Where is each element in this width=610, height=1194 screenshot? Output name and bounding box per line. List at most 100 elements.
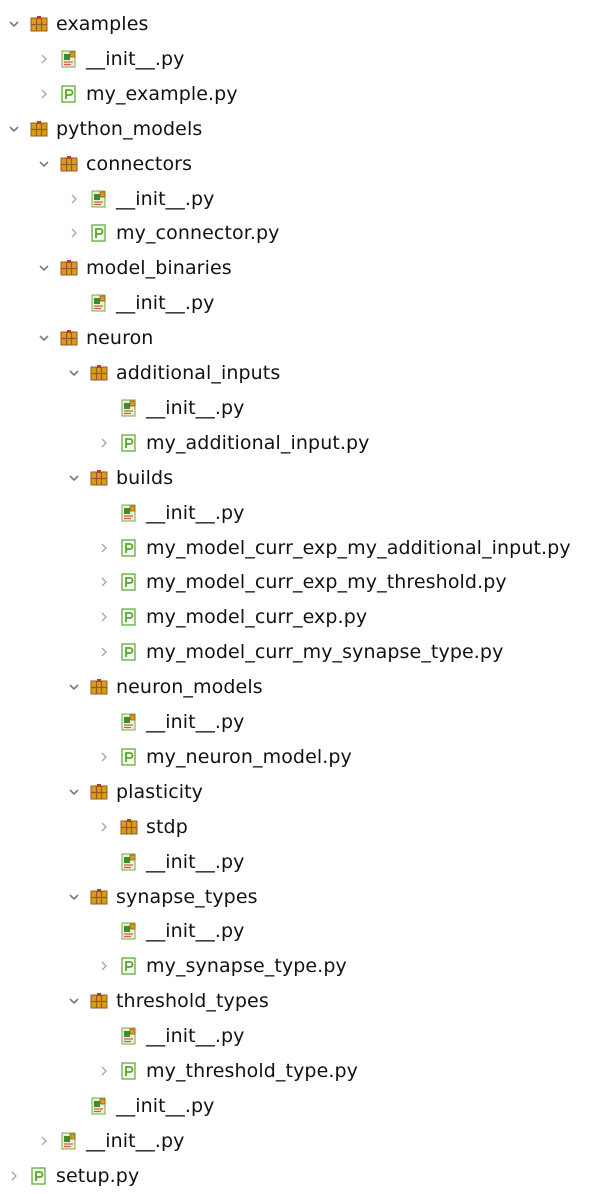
chevron-right-icon[interactable] [36, 86, 52, 102]
tree-item-label: __init__.py [86, 48, 185, 70]
tree-item-label: additional_inputs [116, 362, 281, 384]
tree-item-label: __init__.py [116, 188, 215, 210]
tree-item-my-additional-input-py[interactable]: my_additional_input.py [96, 426, 370, 460]
chevron-down-icon[interactable] [6, 121, 22, 137]
tree-item-my-threshold-type-py[interactable]: my_threshold_type.py [96, 1054, 358, 1088]
tree-item-label: plasticity [116, 781, 204, 803]
tree-item-label: __init__.py [146, 920, 245, 942]
tree-item-my-model-curr-exp-my-threshold-py[interactable]: my_model_curr_exp_my_threshold.py [96, 565, 507, 599]
init-module-icon [90, 1097, 108, 1115]
tree-item-label: my_connector.py [116, 222, 280, 244]
tree-item-label: my_model_curr_my_synapse_type.py [146, 641, 504, 663]
chevron-right-icon[interactable] [96, 1063, 112, 1079]
tree-item-label: my_model_curr_exp_my_threshold.py [146, 571, 507, 593]
tree-item-setup-py[interactable]: setup.py [6, 1159, 139, 1193]
chevron-right-icon[interactable] [6, 1168, 22, 1184]
tree-item-python-models[interactable]: python_models [6, 112, 202, 146]
chevron-down-icon[interactable] [66, 365, 82, 381]
init-module-icon [120, 504, 138, 522]
tree-item-builds[interactable]: builds [66, 461, 173, 495]
tree-item-my-neuron-model-py[interactable]: my_neuron_model.py [96, 740, 352, 774]
tree-item-plasticity[interactable]: plasticity [66, 775, 203, 809]
tree-item-init-py[interactable]: __init__.py [96, 914, 245, 948]
tree-item-examples[interactable]: examples [6, 7, 148, 41]
chevron-right-icon[interactable] [96, 819, 112, 835]
tree-item-label: stdp [146, 816, 188, 838]
tree-item-threshold-types[interactable]: threshold_types [66, 984, 269, 1018]
chevron-right-icon[interactable] [96, 574, 112, 590]
tree-item-label: setup.py [56, 1165, 140, 1187]
tree-item-label: threshold_types [116, 990, 269, 1012]
tree-item-init-py[interactable]: __init__.py [66, 1089, 215, 1123]
chevron-right-icon[interactable] [96, 958, 112, 974]
python-module-icon [90, 224, 108, 242]
chevron-right-icon[interactable] [36, 51, 52, 67]
tree-item-additional-inputs[interactable]: additional_inputs [66, 356, 280, 390]
tree-item-label: neuron_models [116, 676, 263, 698]
tree-item-my-example-py[interactable]: my_example.py [36, 77, 238, 111]
tree-item-init-py[interactable]: __init__.py [96, 496, 245, 530]
tree-item-stdp[interactable]: stdp [96, 810, 188, 844]
package-icon [90, 783, 108, 801]
chevron-down-icon[interactable] [66, 993, 82, 1009]
chevron-down-icon[interactable] [36, 330, 52, 346]
tree-item-my-model-curr-exp-py[interactable]: my_model_curr_exp.py [96, 600, 367, 634]
chevron-down-icon[interactable] [66, 679, 82, 695]
chevron-down-icon[interactable] [66, 470, 82, 486]
tree-item-init-py[interactable]: __init__.py [96, 1019, 245, 1053]
tree-item-my-synapse-type-py[interactable]: my_synapse_type.py [96, 949, 347, 983]
tree-item-neuron[interactable]: neuron [36, 321, 153, 355]
tree-item-label: examples [56, 13, 149, 35]
tree-item-label: neuron [86, 327, 154, 349]
tree-item-model-binaries[interactable]: model_binaries [36, 251, 232, 285]
init-module-icon [120, 922, 138, 940]
tree-item-init-py[interactable]: __init__.py [36, 42, 185, 76]
tree-item-neuron-models[interactable]: neuron_models [66, 670, 263, 704]
chevron-right-icon[interactable] [96, 644, 112, 660]
chevron-down-icon[interactable] [6, 16, 22, 32]
python-module-icon [60, 85, 78, 103]
tree-item-init-py[interactable]: __init__.py [66, 286, 215, 320]
chevron-right-icon[interactable] [36, 1133, 52, 1149]
init-module-icon [60, 50, 78, 68]
python-module-icon [120, 573, 138, 591]
tree-item-init-py[interactable]: __init__.py [96, 705, 245, 739]
chevron-right-icon[interactable] [96, 540, 112, 556]
tree-item-synapse-types[interactable]: synapse_types [66, 880, 258, 914]
tree-item-connectors[interactable]: connectors [36, 147, 192, 181]
package-icon [30, 15, 48, 33]
chevron-right-icon[interactable] [96, 435, 112, 451]
chevron-down-icon[interactable] [36, 156, 52, 172]
tree-item-label: connectors [86, 153, 193, 175]
package-icon [30, 120, 48, 138]
chevron-right-icon[interactable] [96, 609, 112, 625]
package-icon [90, 992, 108, 1010]
package-icon [60, 259, 78, 277]
tree-item-label: __init__.py [146, 711, 245, 733]
tree-item-init-py[interactable]: __init__.py [96, 391, 245, 425]
chevron-down-icon[interactable] [66, 889, 82, 905]
init-module-icon [120, 399, 138, 417]
init-module-icon [120, 713, 138, 731]
chevron-right-icon[interactable] [96, 749, 112, 765]
init-module-icon [120, 853, 138, 871]
python-module-icon [120, 748, 138, 766]
chevron-right-icon[interactable] [66, 191, 82, 207]
tree-item-init-py[interactable]: __init__.py [36, 1124, 185, 1158]
tree-item-init-py[interactable]: __init__.py [66, 182, 215, 216]
tree-item-my-model-curr-exp-my-additional-input-py[interactable]: my_model_curr_exp_my_additional_input.py [96, 531, 571, 565]
package-icon [60, 155, 78, 173]
tree-item-my-model-curr-my-synapse-type-py[interactable]: my_model_curr_my_synapse_type.py [96, 635, 503, 669]
tree-item-my-connector-py[interactable]: my_connector.py [66, 216, 280, 250]
tree-item-init-py[interactable]: __init__.py [96, 845, 245, 879]
tree-item-label: my_additional_input.py [146, 432, 370, 454]
chevron-down-icon[interactable] [36, 260, 52, 276]
init-module-icon [120, 1027, 138, 1045]
chevron-down-icon[interactable] [66, 784, 82, 800]
tree-item-label: python_models [56, 118, 203, 140]
chevron-right-icon[interactable] [66, 225, 82, 241]
tree-item-label: my_synapse_type.py [146, 955, 347, 977]
python-module-icon [120, 643, 138, 661]
